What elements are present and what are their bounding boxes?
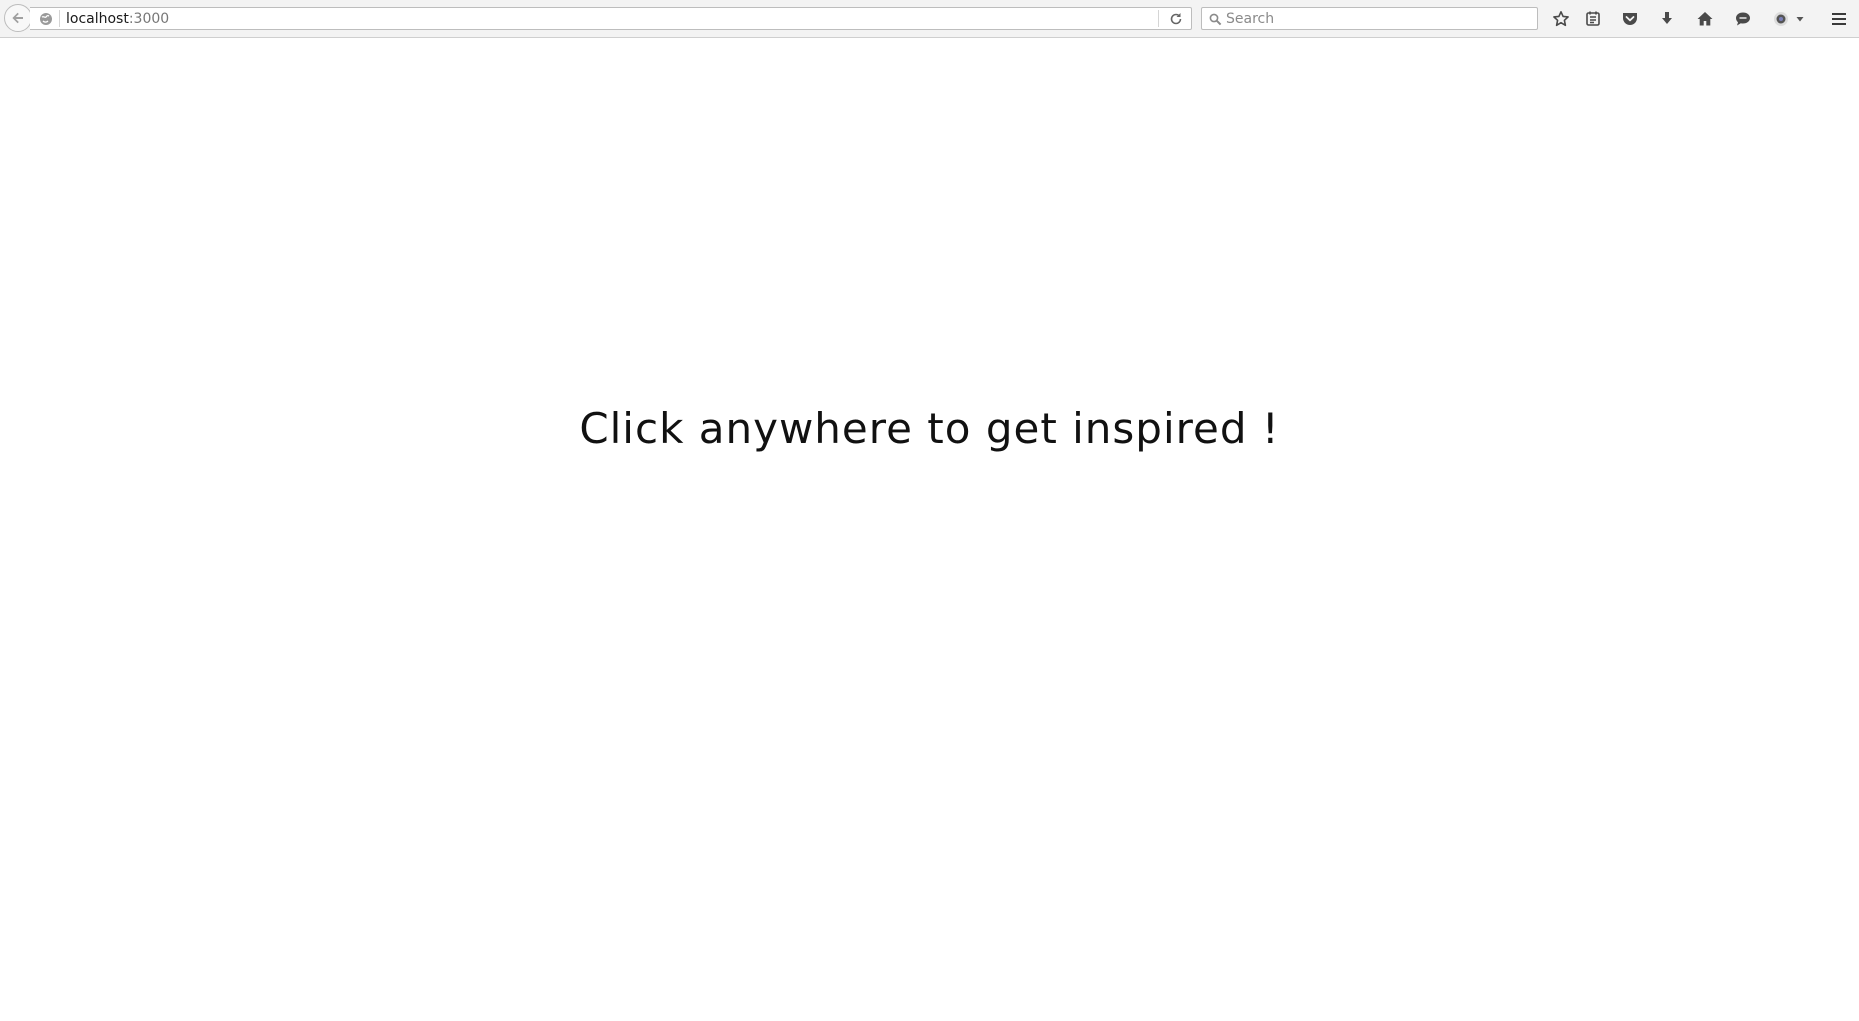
url-port: :3000 xyxy=(128,11,170,27)
site-info-icon[interactable] xyxy=(38,11,54,27)
search-input[interactable] xyxy=(1224,9,1528,28)
search-icon xyxy=(1207,11,1223,27)
inspire-headline: Click anywhere to get inspired ! xyxy=(579,404,1280,453)
browser-toolbar: localhost:3000 xyxy=(0,0,1859,38)
search-bar[interactable] xyxy=(1201,7,1538,30)
extension-dropdown-icon[interactable] xyxy=(1793,8,1807,30)
extension-icon[interactable] xyxy=(1770,8,1792,30)
downloads-icon[interactable] xyxy=(1656,8,1678,30)
url-bar[interactable]: localhost:3000 xyxy=(30,7,1192,30)
reload-button[interactable] xyxy=(1167,10,1185,28)
hamburger-menu-icon[interactable] xyxy=(1828,8,1850,30)
reading-list-icon[interactable] xyxy=(1582,8,1604,30)
back-button[interactable] xyxy=(4,4,32,32)
reload-icon xyxy=(1170,13,1182,25)
url-divider xyxy=(59,10,60,27)
bookmark-star-icon[interactable] xyxy=(1550,8,1572,30)
chat-icon[interactable] xyxy=(1732,8,1754,30)
back-arrow-icon xyxy=(12,12,23,24)
page-content[interactable]: Click anywhere to get inspired ! xyxy=(0,38,1859,1021)
reload-divider xyxy=(1158,10,1159,27)
url-text[interactable]: localhost:3000 xyxy=(66,10,169,28)
home-icon[interactable] xyxy=(1694,8,1716,30)
url-host: localhost xyxy=(66,11,129,27)
pocket-icon[interactable] xyxy=(1619,8,1641,30)
